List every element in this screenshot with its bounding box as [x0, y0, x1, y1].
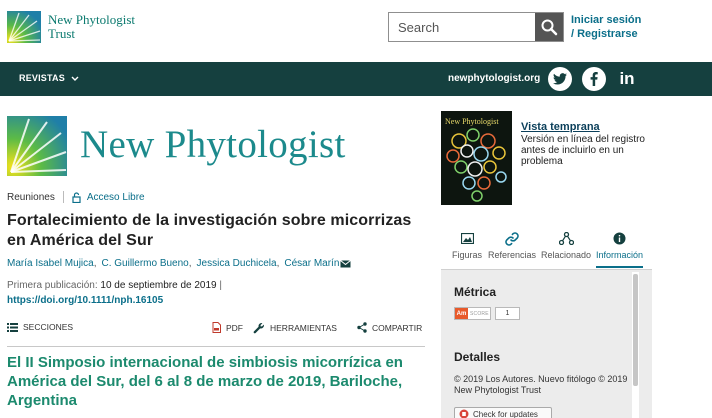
- metrics-heading: Métrica: [454, 285, 497, 299]
- login-label: Iniciar sesión: [571, 14, 642, 26]
- open-access-label: Acceso Libre: [86, 191, 145, 203]
- crossmark-icon: [459, 409, 469, 418]
- journal-title[interactable]: New Phytologist: [80, 122, 346, 167]
- early-view-description: Versión en línea del registro antes de i…: [521, 134, 645, 167]
- article-toolbar: SECCIONES PDF HERRAMIENTAS COMPARTIR: [7, 322, 425, 338]
- search-input[interactable]: [389, 13, 535, 41]
- register-label: / Registrarse: [571, 28, 638, 40]
- share-button[interactable]: COMPARTIR: [357, 322, 422, 333]
- check-updates-label: Check for updates: [473, 409, 538, 418]
- section-heading: El II Simposio internacional de simbiosi…: [7, 354, 403, 409]
- info-icon: [613, 232, 626, 245]
- share-icon: [357, 322, 367, 333]
- cover-title: New Phytologist: [445, 117, 499, 126]
- tab-relacionado[interactable]: Relacionado: [541, 225, 591, 269]
- chevron-down-icon: [71, 76, 79, 81]
- wrench-icon: [253, 323, 264, 334]
- tools-button[interactable]: HERRAMIENTAS: [253, 322, 337, 334]
- toolbar-divider: [7, 346, 425, 347]
- tab-referencias[interactable]: Referencias: [488, 225, 536, 269]
- author-link[interactable]: María Isabel Mujica: [7, 258, 94, 269]
- article-meta: Reuniones Acceso Libre: [7, 191, 145, 203]
- tab-label: Figuras: [452, 250, 483, 260]
- author-list: María Isabel Mujica, C. Guillermo Bueno,…: [7, 258, 352, 269]
- pub-date-value: 10 de septiembre de 2019: [100, 280, 217, 291]
- publication-date: Primera publicación: 10 de septiembre de…: [7, 280, 222, 291]
- sections-label: SECCIONES: [23, 322, 74, 332]
- link-icon: [505, 231, 519, 246]
- tab-label: Referencias: [488, 250, 537, 260]
- altmetric-score: 1: [495, 307, 520, 320]
- journal-cover-image[interactable]: New Phytologist: [441, 111, 512, 205]
- pub-separator: |: [219, 280, 222, 291]
- meta-divider: [62, 191, 64, 203]
- trust-name-line2: Trust: [48, 26, 75, 41]
- tools-label: HERRAMIENTAS: [270, 323, 337, 333]
- author-separator: ,: [188, 258, 192, 269]
- tab-label: Información: [596, 250, 644, 260]
- author-separator: ,: [93, 258, 97, 269]
- linkedin-icon: in: [619, 69, 635, 88]
- image-icon: [460, 233, 474, 244]
- site-link[interactable]: newphytologist.org: [448, 73, 540, 84]
- login-register-link[interactable]: Iniciar sesión / Registrarse: [571, 13, 641, 41]
- tab-informacion[interactable]: Información: [596, 225, 644, 269]
- info-panel: Métrica Am SCORE 1 Detalles © 2019 Los A…: [441, 270, 652, 418]
- trust-logo[interactable]: [7, 11, 41, 43]
- author-link[interactable]: César Marín: [284, 258, 339, 269]
- author-link[interactable]: Jessica Duchicela: [197, 258, 277, 269]
- search-box: [388, 12, 564, 42]
- altmetric-logo: Am: [455, 308, 468, 319]
- altmetric-score-label: SCORE: [470, 310, 489, 317]
- facebook-icon: [590, 72, 598, 86]
- altmetric-widget[interactable]: Am SCORE 1: [454, 307, 520, 320]
- envelope-icon[interactable]: [340, 259, 352, 268]
- main-nav: REVISTAS newphytologist.org in: [0, 62, 712, 96]
- linkedin-link[interactable]: in: [615, 67, 639, 91]
- twitter-link[interactable]: [548, 67, 572, 91]
- revistas-menu[interactable]: REVISTAS: [19, 73, 79, 83]
- pdf-label: PDF: [226, 322, 243, 333]
- trust-name[interactable]: New Phytologist Trust: [48, 13, 135, 41]
- facebook-link[interactable]: [582, 67, 606, 91]
- list-icon: [7, 322, 18, 332]
- check-updates-button[interactable]: Check for updates: [454, 407, 552, 418]
- pdf-button[interactable]: PDF: [212, 322, 243, 333]
- scrollbar-thumb[interactable]: [633, 274, 638, 386]
- early-view-link[interactable]: Vista temprana: [521, 121, 600, 133]
- tab-figuras[interactable]: Figuras: [452, 225, 482, 269]
- sidebar-tabs: Figuras Referencias Relacionado Informac…: [441, 225, 651, 269]
- doi-link[interactable]: https://doi.org/10.1111/nph.16105: [7, 295, 163, 306]
- altmetric-badge: Am SCORE: [454, 307, 491, 320]
- author-link[interactable]: C. Guillermo Bueno: [101, 258, 188, 269]
- journal-logo[interactable]: [7, 116, 67, 176]
- sections-button[interactable]: SECCIONES: [7, 322, 73, 332]
- copyright-text: © 2019 Los Autores. Nuevo fitólogo © 201…: [454, 374, 628, 395]
- tab-label: Relacionado: [541, 250, 592, 260]
- twitter-icon: [553, 73, 567, 85]
- pdf-icon: [212, 322, 221, 333]
- pub-label: Primera publicación:: [7, 280, 98, 291]
- active-tab-indicator: [596, 266, 644, 268]
- search-icon: [541, 19, 558, 36]
- author-separator: ,: [276, 258, 280, 269]
- article-title: Fortalecimiento de la investigación sobr…: [7, 212, 412, 249]
- trust-name-line1: New Phytologist: [48, 12, 136, 27]
- share-label: COMPARTIR: [372, 322, 423, 333]
- unlock-icon: [72, 191, 81, 203]
- details-heading: Detalles: [454, 350, 501, 364]
- article-category: Reuniones: [7, 191, 55, 203]
- open-access-badge: Acceso Libre: [72, 192, 145, 203]
- search-button[interactable]: [535, 13, 563, 41]
- revistas-label: REVISTAS: [19, 73, 65, 83]
- network-icon: [558, 232, 574, 245]
- top-header: New Phytologist Trust Iniciar sesión / R…: [0, 0, 712, 62]
